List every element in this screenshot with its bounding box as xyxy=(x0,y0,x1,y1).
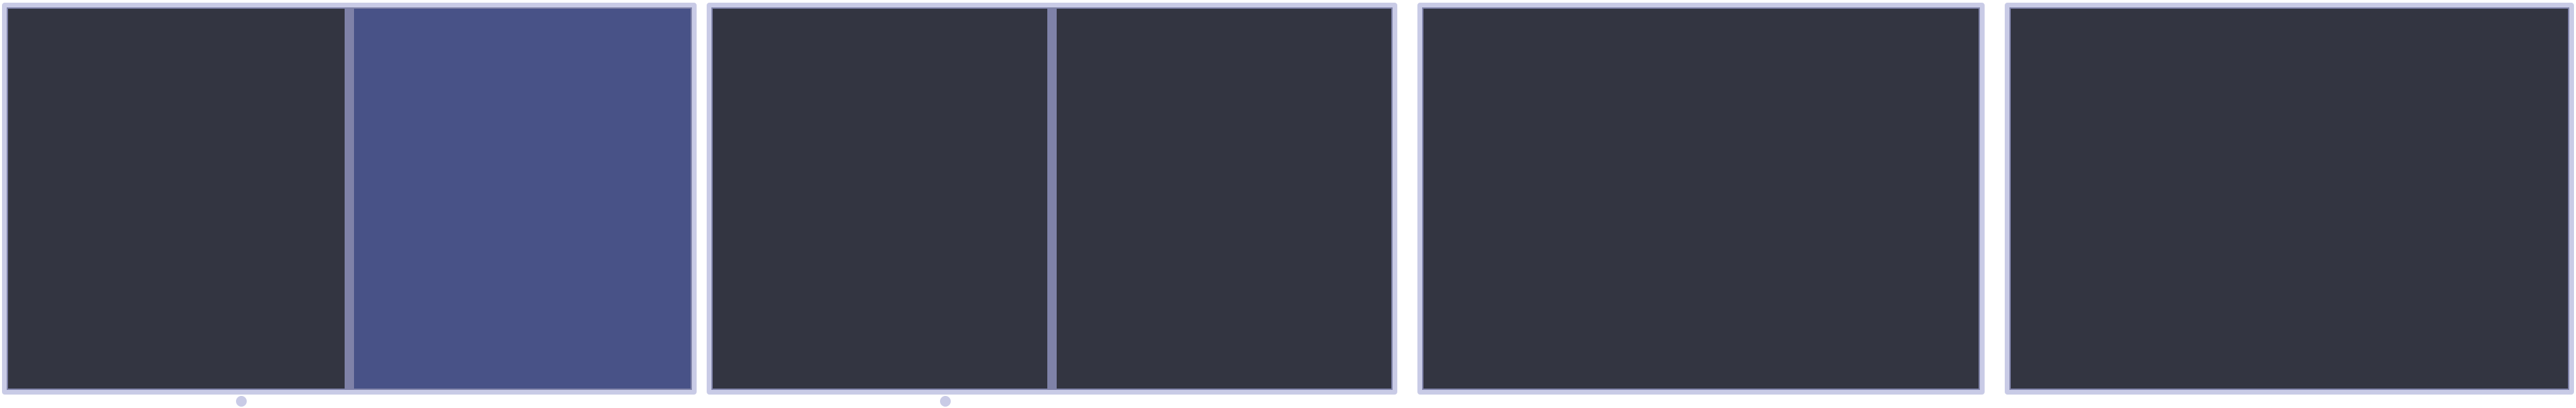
window-pane-focused[interactable] xyxy=(346,7,692,390)
workspace-2[interactable] xyxy=(707,3,1397,395)
window-pane[interactable] xyxy=(1049,7,1393,390)
workspace-3[interactable] xyxy=(1417,3,1985,395)
workspace-4[interactable] xyxy=(2005,3,2574,395)
workspace-indicator-dot xyxy=(940,396,951,407)
workspace-indicator-dot xyxy=(236,396,247,407)
window-pane[interactable] xyxy=(1422,7,1980,390)
window-pane[interactable] xyxy=(7,7,346,390)
window-pane[interactable] xyxy=(711,7,1049,390)
window-pane[interactable] xyxy=(2009,7,2569,390)
workspace-1[interactable] xyxy=(2,3,697,395)
